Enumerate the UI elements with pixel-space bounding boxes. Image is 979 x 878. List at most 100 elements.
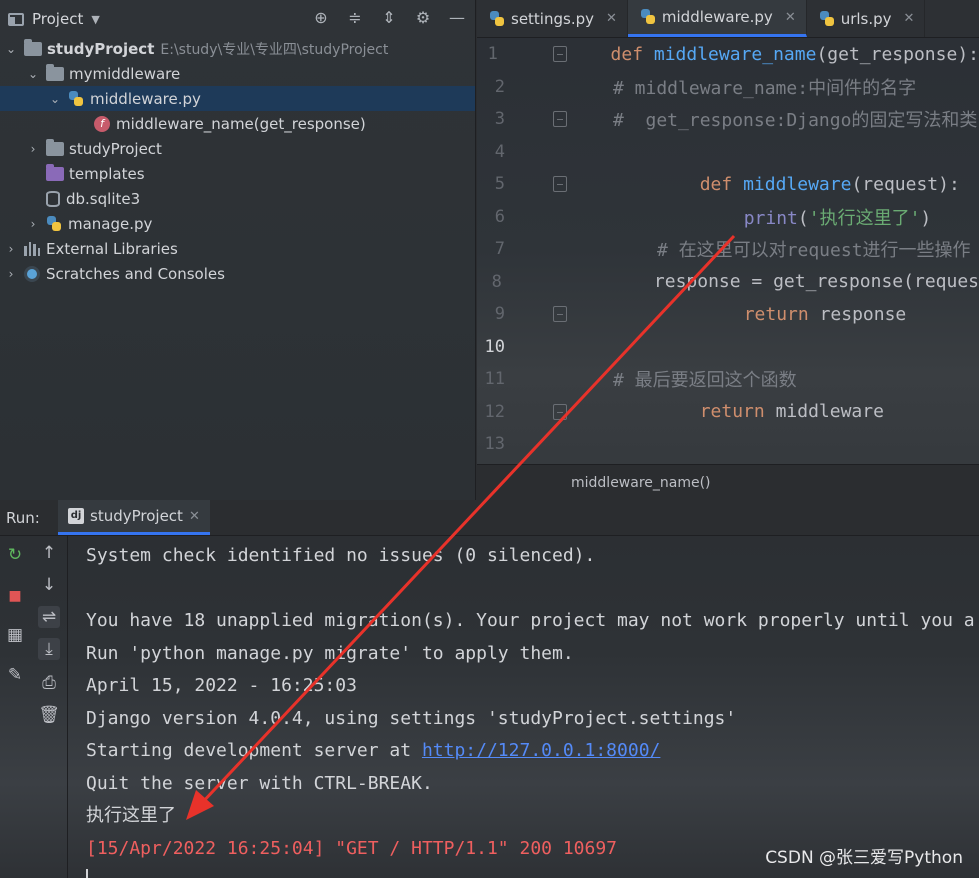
project-tree: ⌄ studyProject E:\study\专业\专业四\studyProj… bbox=[0, 36, 475, 286]
tree-item-label: db.sqlite3 bbox=[66, 189, 141, 208]
soft-wrap-icon[interactable]: ⇌ bbox=[38, 606, 60, 628]
fold-icon[interactable] bbox=[553, 111, 567, 127]
python-file-icon bbox=[46, 215, 62, 232]
fold-icon[interactable] bbox=[553, 46, 567, 62]
line-number: 8 bbox=[491, 271, 502, 292]
chevron-right-icon[interactable]: › bbox=[26, 142, 40, 156]
code-comment: # 在这里可以对request进行一些操作 bbox=[657, 240, 971, 262]
code-line: 7 # 在这里可以对request进行一些操作 bbox=[477, 233, 979, 266]
tree-item-label: mymiddleware bbox=[69, 64, 181, 83]
console-line: Django version 4.0.4, using settings 'st… bbox=[86, 707, 737, 729]
arrow-down-icon[interactable]: ↓ bbox=[38, 574, 60, 596]
breadcrumb[interactable]: middleware_name() bbox=[477, 464, 979, 500]
fold-icon[interactable] bbox=[553, 403, 567, 420]
minimize-icon[interactable]: — bbox=[447, 8, 467, 28]
pin-icon[interactable]: ✎ bbox=[4, 664, 26, 686]
line-number: 3 bbox=[494, 109, 505, 130]
scroll-to-end-icon[interactable]: ⤓ bbox=[38, 638, 60, 660]
python-file-icon bbox=[68, 90, 84, 107]
tree-item-label: External Libraries bbox=[46, 239, 178, 258]
expand-all-icon[interactable]: ≑ bbox=[345, 8, 365, 28]
fold-icon[interactable] bbox=[553, 176, 567, 192]
code-token: response bbox=[808, 303, 907, 325]
locate-target-icon[interactable]: ⊕ bbox=[311, 8, 331, 28]
django-icon: dj bbox=[68, 508, 84, 524]
code-line: 12 return middleware bbox=[477, 396, 979, 429]
console-output[interactable]: System check identified no issues (0 sil… bbox=[86, 540, 979, 878]
layout-icon[interactable]: ▦ bbox=[4, 624, 26, 646]
tree-item-db-sqlite3[interactable]: db.sqlite3 bbox=[0, 186, 475, 211]
run-label: Run: bbox=[6, 508, 40, 527]
tree-item-studyproject[interactable]: › studyProject bbox=[0, 136, 475, 161]
code-token: middleware bbox=[764, 401, 884, 423]
code-token: ( bbox=[797, 207, 809, 229]
line-number: 6 bbox=[494, 206, 505, 227]
code-line: 9 return response bbox=[477, 298, 979, 331]
scratches-icon bbox=[24, 265, 40, 282]
chevron-down-icon[interactable]: ▼ bbox=[91, 13, 99, 26]
tree-item-label: studyProject bbox=[69, 139, 162, 158]
chevron-down-icon[interactable]: ⌄ bbox=[26, 67, 40, 81]
tree-item-label: manage.py bbox=[68, 214, 153, 233]
tree-item-scratches[interactable]: › Scratches and Consoles bbox=[0, 261, 475, 286]
watermark: CSDN @张三爱写Python bbox=[765, 848, 963, 868]
line-number: 9 bbox=[494, 304, 505, 325]
line-number: 4 bbox=[494, 141, 505, 162]
server-url-link[interactable]: http://127.0.0.1:8000/ bbox=[422, 740, 660, 761]
fold-icon[interactable] bbox=[553, 306, 567, 322]
line-number: 5 bbox=[494, 174, 505, 195]
code-line: 13 bbox=[477, 428, 979, 461]
line-number: 10 bbox=[484, 336, 505, 357]
tree-item-templates[interactable]: templates bbox=[0, 161, 475, 186]
print-icon[interactable]: ⎙ bbox=[38, 672, 60, 694]
console-line-empty bbox=[86, 573, 979, 606]
tree-item-label: templates bbox=[69, 164, 145, 183]
collapse-all-icon[interactable]: ⇕ bbox=[379, 8, 399, 28]
project-icon bbox=[8, 12, 24, 26]
line-number: 1 bbox=[487, 44, 498, 65]
trash-icon[interactable]: 🗑 bbox=[38, 704, 60, 726]
code-line: 1 def middleware_name(get_response): bbox=[477, 38, 979, 71]
code-line: 10 bbox=[477, 331, 979, 364]
folder-icon bbox=[46, 138, 64, 156]
run-tab-studyproject[interactable]: dj studyProject ✕ bbox=[58, 500, 210, 535]
line-number: 11 bbox=[484, 369, 505, 390]
code-line: 6 print('执行这里了') bbox=[477, 201, 979, 234]
chevron-right-icon[interactable]: › bbox=[4, 242, 18, 256]
tree-item-root[interactable]: ⌄ studyProject E:\study\专业\专业四\studyProj… bbox=[0, 36, 475, 61]
tree-item-label: Scratches and Consoles bbox=[46, 264, 225, 283]
code-token: ) bbox=[920, 207, 932, 229]
gear-icon[interactable]: ⚙ bbox=[413, 8, 433, 28]
code-token: print bbox=[743, 207, 798, 229]
code-comment: # middleware_name:中间件的名字 bbox=[613, 77, 917, 99]
close-icon[interactable]: ✕ bbox=[189, 509, 200, 524]
code-area[interactable]: 1 def middleware_name(get_response): 2 #… bbox=[477, 38, 979, 463]
breadcrumb-item[interactable]: middleware_name() bbox=[571, 475, 711, 491]
arrow-up-icon[interactable]: ↑ bbox=[38, 542, 60, 564]
chevron-right-icon[interactable]: › bbox=[4, 267, 18, 281]
console-line: 执行这里了 bbox=[86, 805, 176, 826]
function-icon: f bbox=[94, 115, 110, 132]
tree-item-manage-py[interactable]: › manage.py bbox=[0, 211, 475, 236]
project-panel-title: Project bbox=[32, 10, 84, 28]
tree-item-middleware-py[interactable]: ⌄ middleware.py bbox=[0, 86, 475, 111]
tree-item-external-libraries[interactable]: › External Libraries bbox=[0, 236, 475, 261]
chevron-down-icon[interactable]: ⌄ bbox=[48, 92, 62, 106]
project-tool-window: Project ▼ ⊕ ≑ ⇕ ⚙ — ⌄ studyProject E:\st… bbox=[0, 0, 476, 500]
code-token: return bbox=[699, 401, 765, 423]
code-string: '执行这里了' bbox=[808, 207, 921, 229]
library-icon bbox=[24, 241, 40, 256]
line-number: 12 bbox=[484, 401, 505, 422]
tree-item-function[interactable]: f middleware_name(get_response) bbox=[0, 111, 475, 136]
folder-icon bbox=[24, 38, 42, 56]
tree-item-mymiddleware[interactable]: ⌄ mymiddleware bbox=[0, 61, 475, 86]
console-line: Quit the server with CTRL-BREAK. bbox=[86, 772, 433, 794]
rerun-icon[interactable]: ↻ bbox=[4, 544, 26, 566]
chevron-right-icon[interactable]: › bbox=[26, 217, 40, 231]
code-editor: settings.py ✕ middleware.py ✕ urls.py ✕ … bbox=[477, 0, 979, 500]
database-icon bbox=[46, 190, 60, 207]
stop-icon[interactable]: ■ bbox=[4, 585, 26, 607]
chevron-down-icon[interactable]: ⌄ bbox=[4, 42, 18, 56]
folder-icon bbox=[46, 163, 64, 181]
code-token: return bbox=[743, 303, 809, 325]
